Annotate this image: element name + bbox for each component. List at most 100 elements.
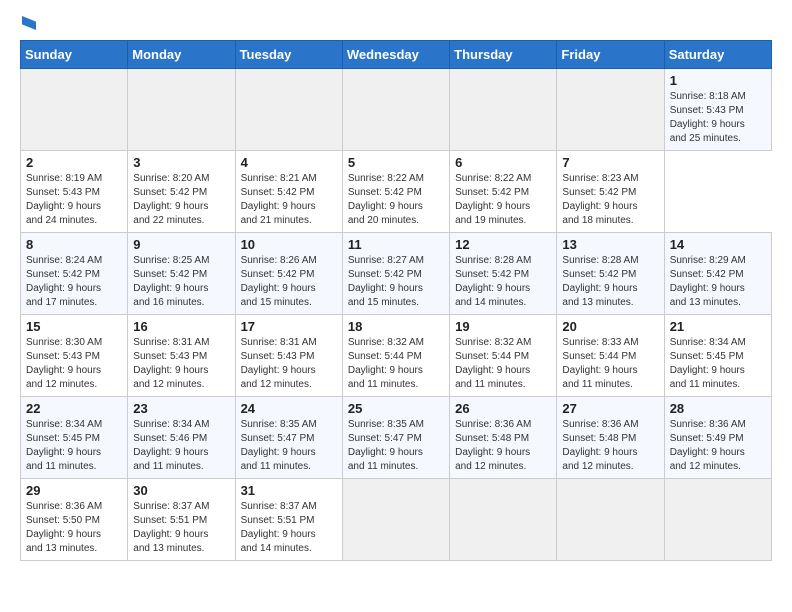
day-number: 4 [241,155,337,170]
calendar-cell: 23 Sunrise: 8:34 AMSunset: 5:46 PMDayligh… [128,397,235,479]
calendar-cell: 25Sunrise: 8:35 AMSunset: 5:47 PMDayligh… [342,397,449,479]
cell-info: Sunrise: 8:19 AMSunset: 5:43 PMDaylight:… [26,172,122,228]
cell-info: Sunrise: 8:36 AMSunset: 5:48 PMDaylight:… [455,418,551,474]
calendar-cell: 19 Sunrise: 8:32 AMSunset: 5:44 PMDayligh… [450,315,557,397]
day-header-friday: Friday [557,41,664,69]
cell-info: Sunrise: 8:24 AMSunset: 5:42 PMDaylight:… [26,254,122,310]
calendar-cell: 7 Sunrise: 8:23 AMSunset: 5:42 PMDaylight… [557,151,664,233]
calendar-cell: 3Sunrise: 8:20 AMSunset: 5:42 PMDaylight… [128,151,235,233]
cell-info: Sunrise: 8:33 AMSunset: 5:44 PMDaylight:… [562,336,658,392]
day-number: 14 [670,237,766,252]
cell-info: Sunrise: 8:30 AMSunset: 5:43 PMDaylight:… [26,336,122,392]
cell-info: Sunrise: 8:36 AMSunset: 5:50 PMDaylight:… [26,500,122,556]
calendar-cell: 26 Sunrise: 8:36 AMSunset: 5:48 PMDayligh… [450,397,557,479]
day-number: 5 [348,155,444,170]
cell-info: Sunrise: 8:25 AMSunset: 5:42 PMDaylight:… [133,254,229,310]
day-header-wednesday: Wednesday [342,41,449,69]
day-header-monday: Monday [128,41,235,69]
calendar-week-row: 22 Sunrise: 8:34 AMSunset: 5:45 PMDayligh… [21,397,772,479]
cell-info: Sunrise: 8:23 AMSunset: 5:42 PMDaylight:… [562,172,658,228]
calendar-cell: 27 Sunrise: 8:36 AMSunset: 5:48 PMDayligh… [557,397,664,479]
calendar-cell: 14 Sunrise: 8:29 AMSunset: 5:42 PMDayligh… [664,233,771,315]
cell-info: Sunrise: 8:32 AMSunset: 5:44 PMDaylight:… [455,336,551,392]
day-number: 6 [455,155,551,170]
calendar-cell [342,69,449,151]
day-number: 7 [562,155,658,170]
calendar-week-row: 2 Sunrise: 8:19 AMSunset: 5:43 PMDaylight… [21,151,772,233]
calendar-cell: 9Sunrise: 8:25 AMSunset: 5:42 PMDaylight… [128,233,235,315]
day-number: 3 [133,155,229,170]
cell-info: Sunrise: 8:31 AMSunset: 5:43 PMDaylight:… [133,336,229,392]
day-number: 27 [562,401,658,416]
day-number: 22 [26,401,122,416]
day-header-tuesday: Tuesday [235,41,342,69]
day-number: 18 [348,319,444,334]
cell-info: Sunrise: 8:36 AMSunset: 5:48 PMDaylight:… [562,418,658,474]
calendar-week-row: 8 Sunrise: 8:24 AMSunset: 5:42 PMDaylight… [21,233,772,315]
calendar-cell [450,69,557,151]
day-number: 23 [133,401,229,416]
day-number: 30 [133,483,229,498]
cell-info: Sunrise: 8:31 AMSunset: 5:43 PMDaylight:… [241,336,337,392]
cell-info: Sunrise: 8:34 AMSunset: 5:46 PMDaylight:… [133,418,229,474]
logo [20,16,36,30]
calendar-week-row: 1Sunrise: 8:18 AMSunset: 5:43 PMDaylight… [21,69,772,151]
calendar-cell: 21Sunrise: 8:34 AMSunset: 5:45 PMDayligh… [664,315,771,397]
calendar-cell: 15 Sunrise: 8:30 AMSunset: 5:43 PMDayligh… [21,315,128,397]
calendar-cell: 31Sunrise: 8:37 AMSunset: 5:51 PMDayligh… [235,479,342,561]
calendar-cell [342,479,449,561]
day-number: 1 [670,73,766,88]
calendar-cell: 24 Sunrise: 8:35 AMSunset: 5:47 PMDayligh… [235,397,342,479]
calendar-cell: 29 Sunrise: 8:36 AMSunset: 5:50 PMDayligh… [21,479,128,561]
calendar-cell [128,69,235,151]
cell-info: Sunrise: 8:35 AMSunset: 5:47 PMDaylight:… [241,418,337,474]
day-number: 24 [241,401,337,416]
day-number: 10 [241,237,337,252]
calendar-week-row: 15 Sunrise: 8:30 AMSunset: 5:43 PMDayligh… [21,315,772,397]
day-header-sunday: Sunday [21,41,128,69]
calendar-cell: 20Sunrise: 8:33 AMSunset: 5:44 PMDayligh… [557,315,664,397]
day-header-thursday: Thursday [450,41,557,69]
day-number: 12 [455,237,551,252]
calendar-table: SundayMondayTuesdayWednesdayThursdayFrid… [20,40,772,561]
day-number: 11 [348,237,444,252]
cell-info: Sunrise: 8:21 AMSunset: 5:42 PMDaylight:… [241,172,337,228]
calendar-cell: 12Sunrise: 8:28 AMSunset: 5:42 PMDayligh… [450,233,557,315]
cell-info: Sunrise: 8:26 AMSunset: 5:42 PMDaylight:… [241,254,337,310]
calendar-cell: 10 Sunrise: 8:26 AMSunset: 5:42 PMDayligh… [235,233,342,315]
cell-info: Sunrise: 8:32 AMSunset: 5:44 PMDaylight:… [348,336,444,392]
day-number: 19 [455,319,551,334]
cell-info: Sunrise: 8:34 AMSunset: 5:45 PMDaylight:… [670,336,766,392]
day-number: 17 [241,319,337,334]
calendar-cell: 5Sunrise: 8:22 AMSunset: 5:42 PMDaylight… [342,151,449,233]
calendar-cell [450,479,557,561]
day-number: 26 [455,401,551,416]
calendar-cell: 4 Sunrise: 8:21 AMSunset: 5:42 PMDaylight… [235,151,342,233]
day-number: 25 [348,401,444,416]
cell-info: Sunrise: 8:34 AMSunset: 5:45 PMDaylight:… [26,418,122,474]
cell-info: Sunrise: 8:37 AMSunset: 5:51 PMDaylight:… [241,500,337,556]
calendar-cell: 6 Sunrise: 8:22 AMSunset: 5:42 PMDaylight… [450,151,557,233]
calendar-cell [235,69,342,151]
calendar-cell: 18 Sunrise: 8:32 AMSunset: 5:44 PMDayligh… [342,315,449,397]
day-number: 15 [26,319,122,334]
cell-info: Sunrise: 8:36 AMSunset: 5:49 PMDaylight:… [670,418,766,474]
calendar-cell: 2 Sunrise: 8:19 AMSunset: 5:43 PMDaylight… [21,151,128,233]
calendar-cell [557,69,664,151]
calendar-header-row: SundayMondayTuesdayWednesdayThursdayFrid… [21,41,772,69]
calendar-cell: 22 Sunrise: 8:34 AMSunset: 5:45 PMDayligh… [21,397,128,479]
cell-info: Sunrise: 8:28 AMSunset: 5:42 PMDaylight:… [562,254,658,310]
calendar-cell: 1Sunrise: 8:18 AMSunset: 5:43 PMDaylight… [664,69,771,151]
day-number: 29 [26,483,122,498]
logo-icon [22,16,36,30]
page-header [20,16,772,30]
cell-info: Sunrise: 8:37 AMSunset: 5:51 PMDaylight:… [133,500,229,556]
day-number: 2 [26,155,122,170]
day-number: 8 [26,237,122,252]
cell-info: Sunrise: 8:22 AMSunset: 5:42 PMDaylight:… [455,172,551,228]
day-number: 28 [670,401,766,416]
calendar-cell [664,479,771,561]
calendar-week-row: 29 Sunrise: 8:36 AMSunset: 5:50 PMDayligh… [21,479,772,561]
cell-info: Sunrise: 8:29 AMSunset: 5:42 PMDaylight:… [670,254,766,310]
calendar-cell: 8 Sunrise: 8:24 AMSunset: 5:42 PMDaylight… [21,233,128,315]
